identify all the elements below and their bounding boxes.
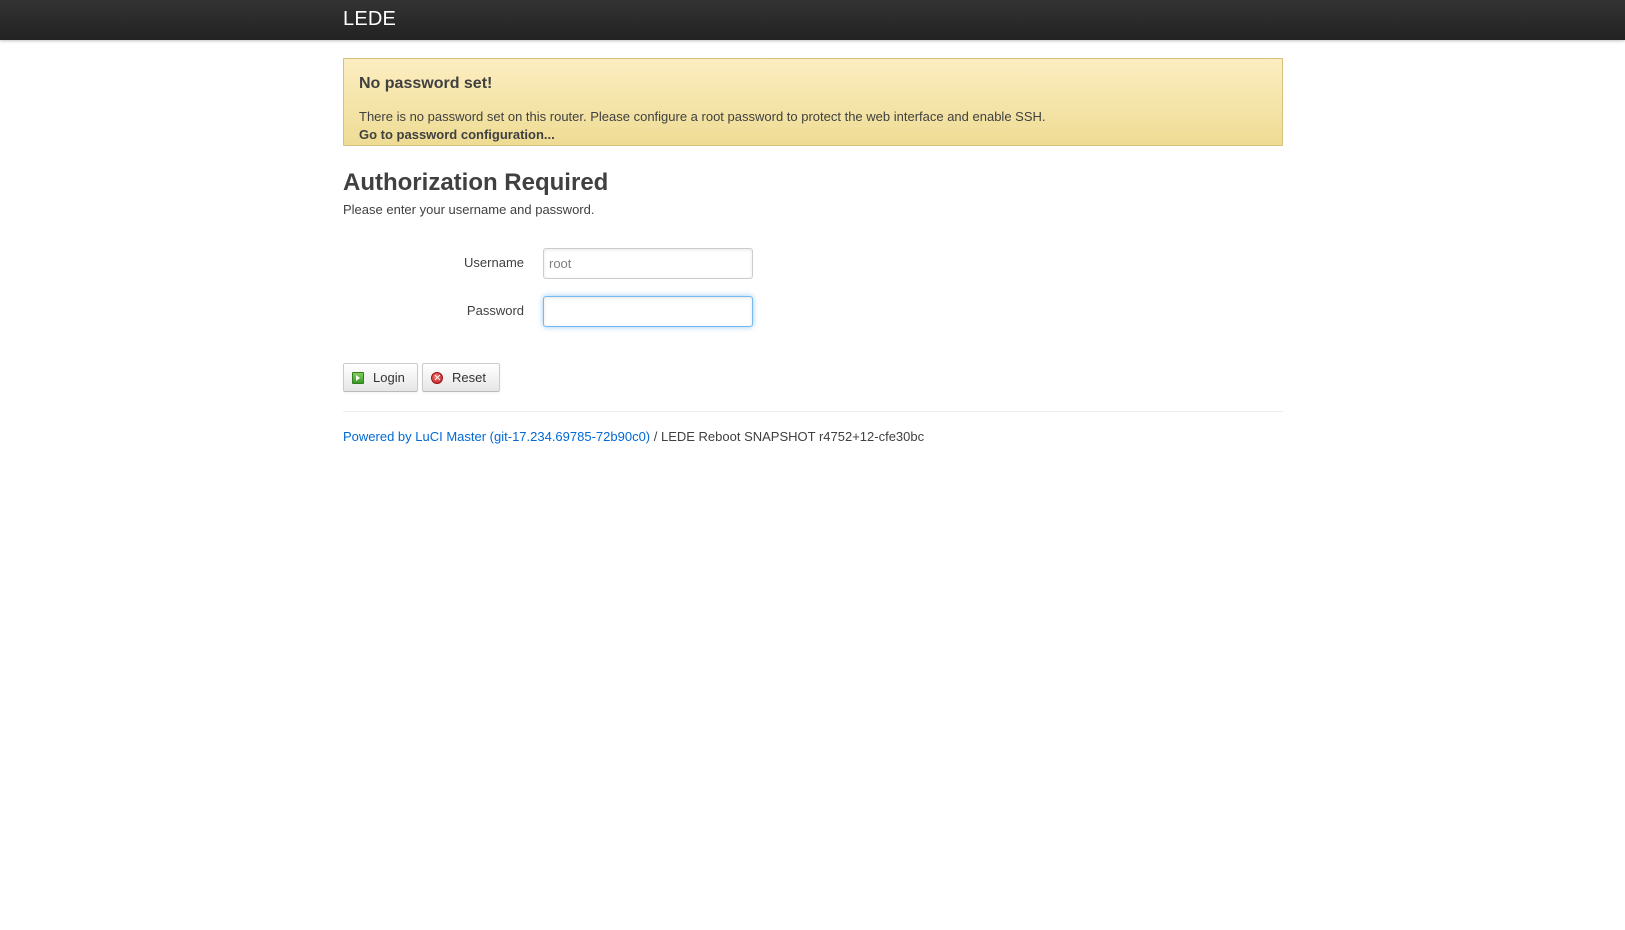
alert-title: No password set! <box>359 75 493 92</box>
reset-button[interactable]: Reset <box>422 363 500 392</box>
footer: Powered by LuCI Master (git-17.234.69785… <box>343 429 1283 444</box>
luci-link[interactable]: Powered by LuCI Master (git-17.234.69785… <box>343 429 650 444</box>
reset-button-label: Reset <box>452 370 486 385</box>
reset-icon <box>431 371 443 384</box>
footer-divider <box>343 411 1283 412</box>
password-input[interactable] <box>543 296 753 327</box>
apply-icon <box>352 371 364 384</box>
password-label: Password <box>466 303 524 318</box>
top-bar: LEDE <box>0 0 1625 40</box>
username-row: Username <box>343 248 1283 280</box>
username-input[interactable] <box>543 248 753 279</box>
page-description: Please enter your username and password. <box>343 202 595 217</box>
password-row: Password <box>343 296 1283 328</box>
brand-logo[interactable]: LEDE <box>343 8 396 31</box>
username-label: Username <box>464 255 524 270</box>
page-title: Authorization Required <box>343 169 609 196</box>
login-button-label: Login <box>373 370 405 385</box>
alert-text: There is no password set on this router.… <box>359 109 1046 124</box>
no-password-alert: No password set! There is no password se… <box>343 58 1283 146</box>
version-text: / LEDE Reboot SNAPSHOT r4752+12-cfe30bc <box>650 429 925 444</box>
password-config-link[interactable]: Go to password configuration... <box>359 126 555 144</box>
main-container: No password set! There is no password se… <box>343 58 1283 444</box>
login-button[interactable]: Login <box>343 363 418 392</box>
form-actions: Login Reset <box>343 363 1283 393</box>
